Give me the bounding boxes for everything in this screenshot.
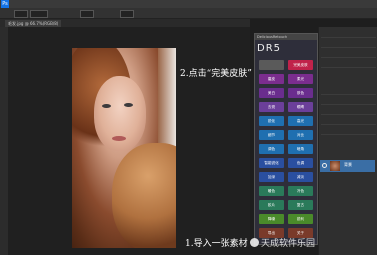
panel-row[interactable] (321, 87, 376, 95)
opacity-field[interactable] (80, 10, 94, 18)
plugin-button[interactable]: 锐化 (259, 116, 284, 126)
plugin-button[interactable]: 眼睛 (288, 102, 313, 112)
panel-row[interactable] (321, 117, 376, 125)
document-tab-bar: 毛发.jpg @ 66.7%(RGB/8) (0, 19, 250, 27)
photoshop-app-icon[interactable]: Ps (1, 0, 9, 8)
panel-row[interactable] (321, 97, 376, 105)
mode-dropdown[interactable] (30, 10, 48, 18)
plugin-button[interactable]: 复古 (288, 200, 313, 210)
plugin-button[interactable]: 减淡 (288, 172, 313, 182)
plugin-button[interactable]: 肤色 (288, 88, 313, 98)
document-tab[interactable]: 毛发.jpg @ 66.7%(RGB/8) (5, 20, 62, 27)
plugin-button[interactable]: 细节 (259, 130, 284, 140)
watermark-text: 天成软件乐园 (261, 239, 316, 249)
plugin-button[interactable]: 胶片 (259, 200, 284, 210)
plugin-button[interactable]: 去斑 (259, 102, 284, 112)
plugin-button[interactable]: 暖色 (259, 186, 284, 196)
photo-lips (112, 136, 126, 141)
plugin-button[interactable]: 锐利 (288, 214, 313, 224)
panel-row[interactable] (321, 127, 376, 135)
plugin-button[interactable]: 柔光 (288, 74, 313, 84)
menu-bar: Ps (0, 0, 377, 8)
photo-eye-left (102, 104, 111, 108)
plugin-button[interactable]: 智能锐化 (259, 158, 284, 168)
plugin-button[interactable] (259, 60, 284, 70)
plugin-title: DeliciousRetouch (255, 34, 317, 40)
plugin-button[interactable]: 加深 (259, 172, 284, 182)
tool-preset-dropdown[interactable] (14, 10, 28, 18)
photo-hair-bottom (112, 143, 176, 248)
photo-eye-right (124, 103, 133, 107)
step-two-caption: 2.点击“完美皮肤” (180, 69, 252, 79)
panel-row[interactable] (321, 60, 376, 68)
flow-field[interactable] (120, 10, 134, 18)
panel-row[interactable] (321, 30, 376, 38)
plugin-button[interactable]: 美白 (259, 88, 284, 98)
options-bar (0, 8, 377, 19)
plugin-button[interactable]: 对比 (288, 130, 313, 140)
plugin-button[interactable]: 冷色 (288, 186, 313, 196)
step-one-caption: 1.导入一张素材 (185, 239, 248, 249)
panel-row[interactable] (321, 107, 376, 115)
wechat-icon (250, 238, 259, 247)
panel-row[interactable] (321, 40, 376, 48)
watermark: 天成软件乐园 (250, 236, 315, 249)
panel-row[interactable] (321, 50, 376, 58)
delicious-retouch-panel: DeliciousRetouch DR5 完美皮肤 磨皮 柔光 美白 肤色 去斑 眼睛 锐化高… (254, 33, 318, 245)
plugin-button[interactable]: 降噪 (259, 214, 284, 224)
plugin-logo: DR5 (257, 43, 282, 54)
right-panels (318, 27, 377, 255)
layer-thumbnail (330, 161, 340, 171)
eye-icon[interactable] (322, 163, 327, 168)
plugin-button[interactable]: 调色 (259, 144, 284, 154)
tools-panel[interactable] (0, 27, 8, 255)
layer-row[interactable]: 背景 (320, 160, 375, 172)
plugin-button[interactable]: 磨皮 (259, 74, 284, 84)
portrait-photo[interactable] (72, 48, 176, 248)
plugin-button[interactable]: 完美皮肤 (288, 60, 313, 70)
plugin-button[interactable]: 暗角 (288, 144, 313, 154)
plugin-button[interactable]: 色调 (288, 158, 313, 168)
layer-name: 背景 (344, 162, 352, 167)
plugin-button[interactable]: 高光 (288, 116, 313, 126)
